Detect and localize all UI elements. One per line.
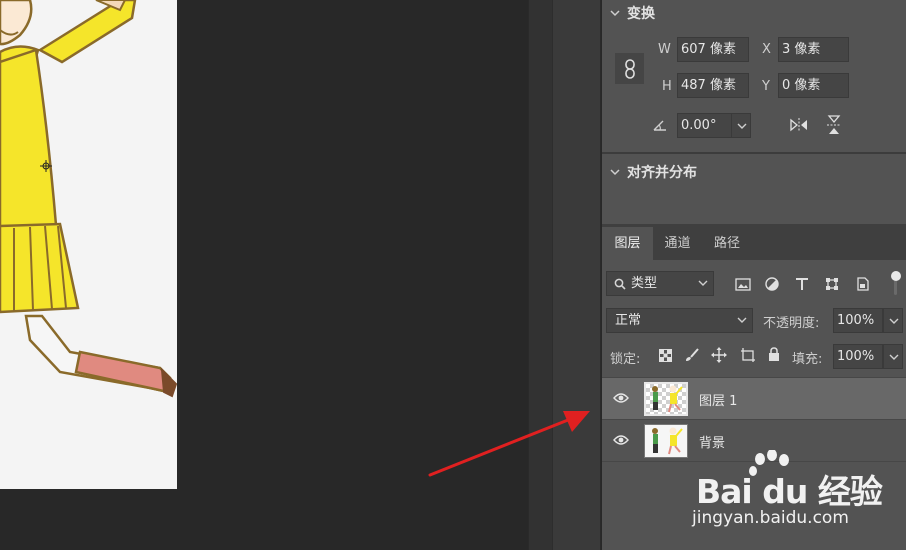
type-icon	[796, 278, 808, 290]
adjustment-circle-icon	[765, 277, 779, 291]
brush-icon	[686, 348, 699, 361]
y-position-field[interactable]: 0 像素	[778, 73, 849, 98]
width-label: W	[658, 42, 671, 57]
fill-field[interactable]: 100%	[833, 344, 883, 369]
smart-object-icon	[857, 277, 869, 291]
search-icon	[614, 278, 626, 290]
angle-field[interactable]: 0.00°	[677, 113, 731, 138]
filter-type-layers-button[interactable]	[793, 275, 811, 293]
opacity-field[interactable]: 100%	[833, 308, 883, 333]
cartoon-girl-artwork	[0, 0, 177, 398]
canvas-workspace[interactable]	[0, 0, 528, 550]
chevron-down-icon	[698, 280, 708, 286]
height-field[interactable]: 487 像素	[677, 73, 749, 98]
width-field[interactable]: 607 像素	[677, 37, 749, 62]
filter-pixel-layers-button[interactable]	[734, 275, 752, 293]
chevron-down-icon	[610, 169, 620, 176]
tab-paths[interactable]: 路径	[702, 227, 752, 260]
document-canvas[interactable]	[0, 0, 177, 489]
watermark-logo-text: Bai du 经验	[696, 472, 883, 511]
layer-name: 图层 1	[699, 394, 738, 409]
height-label: H	[662, 79, 672, 94]
transform-section: 变换 W 607 像素 X 3 像素 H 487 像素 Y 0 像素 0.00°	[602, 0, 906, 152]
x-label: X	[762, 42, 771, 57]
transform-title: 变换	[627, 6, 655, 22]
chevron-down-icon	[889, 354, 899, 360]
tab-channels[interactable]: 通道	[653, 227, 702, 260]
align-distribute-section: 对齐并分布	[602, 154, 906, 222]
lock-all-button[interactable]	[765, 345, 783, 363]
fill-label: 填充:	[792, 352, 823, 367]
opacity-label: 不透明度:	[763, 316, 820, 331]
flip-vertical-button[interactable]	[823, 113, 845, 137]
filter-toggle-switch[interactable]	[891, 271, 901, 295]
checkerboard-icon	[658, 348, 672, 362]
flip-horizontal-icon	[790, 118, 807, 132]
baidu-watermark: Bai du 经验 jingyan.baidu.com	[690, 450, 900, 540]
filter-adjustment-layers-button[interactable]	[763, 275, 781, 293]
lock-label: 锁定:	[610, 352, 641, 367]
visibility-eye-icon[interactable]	[613, 392, 629, 404]
lock-artboard-button[interactable]	[738, 345, 758, 365]
fill-slider-button[interactable]	[883, 344, 903, 369]
shape-transform-icon	[826, 278, 838, 290]
tab-layers[interactable]: 图层	[602, 227, 653, 260]
link-dimensions-button[interactable]	[615, 53, 644, 84]
filter-shape-layers-button[interactable]	[823, 275, 841, 293]
chevron-down-icon	[610, 10, 620, 17]
lock-position-button[interactable]	[709, 345, 729, 365]
layer-filter-value: 类型	[631, 276, 658, 291]
visibility-eye-icon[interactable]	[613, 434, 629, 446]
chain-link-icon	[624, 58, 635, 79]
watermark-url: jingyan.baidu.com	[692, 508, 849, 528]
lock-transparent-pixels-button[interactable]	[656, 346, 674, 364]
lock-icon	[769, 347, 779, 361]
layer-thumbnail	[644, 382, 688, 416]
filter-smart-object-button[interactable]	[853, 275, 871, 293]
opacity-slider-button[interactable]	[883, 308, 903, 333]
x-position-field[interactable]: 3 像素	[778, 37, 849, 62]
panel-dock-strip	[552, 0, 601, 550]
layer-filter-dropdown[interactable]: 类型	[606, 271, 714, 296]
layer-row[interactable]: 图层 1	[602, 377, 906, 419]
layer-thumbnail	[644, 424, 688, 458]
layer-thumbnail-image	[652, 385, 683, 413]
layer-thumbnail-image	[652, 427, 683, 455]
canvas-scroll-gutter[interactable]	[528, 0, 552, 550]
artboard-icon	[741, 348, 755, 362]
blend-mode-value: 正常	[615, 313, 642, 328]
flip-horizontal-button[interactable]	[788, 114, 810, 136]
blend-mode-dropdown[interactable]: 正常	[606, 308, 753, 333]
chevron-down-icon	[737, 317, 747, 323]
image-icon	[735, 277, 751, 291]
y-label: Y	[762, 79, 770, 94]
chevron-down-icon	[737, 123, 747, 129]
align-distribute-title: 对齐并分布	[627, 165, 697, 181]
angle-icon	[653, 120, 666, 131]
flip-vertical-icon	[827, 115, 841, 134]
transform-header[interactable]: 变换	[610, 3, 655, 23]
layers-tab-bar: 图层 通道 路径	[602, 224, 906, 260]
align-distribute-header[interactable]: 对齐并分布	[610, 162, 697, 182]
angle-dropdown-button[interactable]	[731, 113, 751, 138]
chevron-down-icon	[889, 318, 899, 324]
move-icon	[711, 347, 727, 363]
lock-image-pixels-button[interactable]	[683, 346, 701, 364]
layer-name: 背景	[699, 436, 726, 451]
